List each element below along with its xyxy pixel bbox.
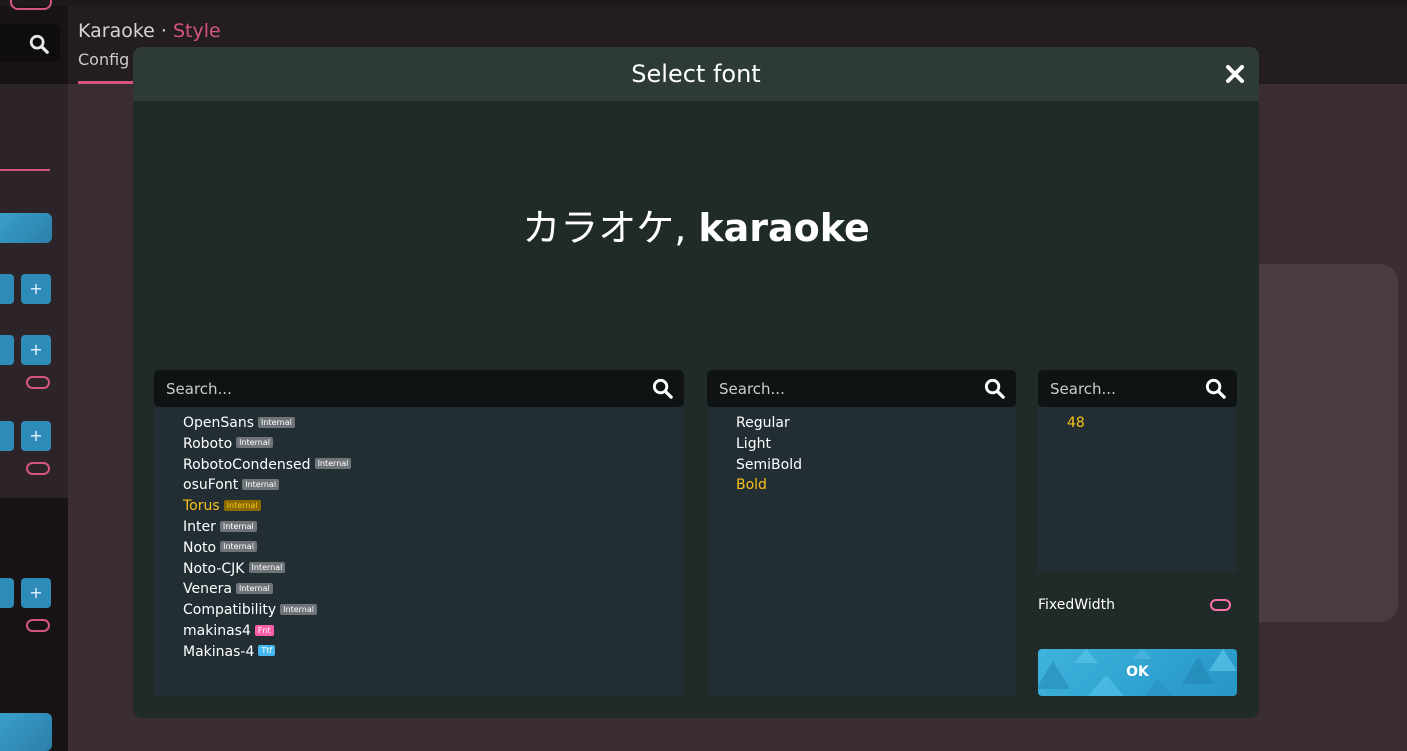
font-family-item-label: Torus <box>183 498 220 515</box>
font-family-item[interactable]: Torus Internal <box>183 496 261 516</box>
font-family-item[interactable]: RobotoCondensed Internal <box>183 455 352 475</box>
search-icon[interactable] <box>983 377 1006 400</box>
dialog-title: Select font <box>631 60 761 88</box>
decrement-button[interactable] <box>0 578 14 608</box>
font-family-item[interactable]: Noto Internal <box>183 538 257 558</box>
preview-latin-text: karaoke <box>698 206 870 250</box>
font-weight-list: Regular Light SemiBold Bold <box>707 407 1016 696</box>
font-size-list: 48 <box>1038 407 1237 573</box>
font-family-item-label: Venera <box>183 581 232 598</box>
font-weight-item[interactable]: Light <box>736 434 771 454</box>
font-size-item[interactable]: 48 <box>1067 413 1085 433</box>
font-family-item-label: RobotoCondensed <box>183 456 311 473</box>
font-family-item-label: osuFont <box>183 477 239 494</box>
page-subtitle: Style <box>173 20 221 42</box>
increment-button[interactable]: + <box>21 335 51 365</box>
font-source-badge: Internal <box>220 541 257 553</box>
increment-button[interactable]: + <box>21 421 51 451</box>
font-weight-item[interactable]: SemiBold <box>736 455 802 475</box>
decrement-button[interactable] <box>0 274 14 304</box>
fixed-width-label: FixedWidth <box>1038 597 1115 613</box>
increment-button[interactable]: + <box>21 578 51 608</box>
weight-search-input[interactable] <box>719 370 968 407</box>
preview-cjk-text: カラオケ, <box>522 206 699 250</box>
toggle-switch[interactable] <box>26 376 50 389</box>
search-icon[interactable] <box>651 377 674 400</box>
font-source-badge: Ttf <box>258 645 276 657</box>
toggle-partial[interactable] <box>10 0 52 10</box>
font-source-badge: Fnt <box>254 624 274 636</box>
font-family-item[interactable]: Venera Internal <box>183 579 273 599</box>
font-family-item-label: Inter <box>183 519 216 535</box>
font-family-item-label: Makinas-4 <box>183 643 255 660</box>
font-size-item-label: 48 <box>1067 415 1085 431</box>
font-family-list: OpenSans Internal Roboto Internal RobotoCond… <box>154 407 684 696</box>
font-weight-item-label: Light <box>736 435 771 452</box>
font-family-item-label: makinas4 <box>183 623 251 639</box>
font-source-badge: Internal <box>223 499 261 511</box>
font-weight-item-label: SemiBold <box>736 456 802 473</box>
ok-button[interactable]: OK <box>1038 649 1237 696</box>
font-family-item[interactable]: Inter Internal <box>183 517 257 537</box>
section-divider <box>0 169 50 171</box>
increment-button[interactable]: + <box>21 274 51 304</box>
font-weight-item-label: Regular <box>736 415 790 431</box>
font-source-badge: Internal <box>258 416 295 428</box>
font-family-item[interactable]: Makinas-4 Ttf <box>183 642 276 662</box>
font-source-badge: Internal <box>280 603 317 615</box>
font-family-item-label: OpenSans <box>183 415 255 431</box>
toggle-switch[interactable] <box>26 462 50 475</box>
font-source-badge: Internal <box>219 520 257 532</box>
select-font-dialog: Select font カラオケ, karaoke OpenSansIntern… <box>133 47 1259 718</box>
toggle-switch[interactable] <box>26 619 50 632</box>
page-title: Karaoke · Style <box>78 20 221 42</box>
tab-active-indicator <box>78 81 138 84</box>
font-family-item-label: Noto-CJK <box>183 560 245 577</box>
close-icon[interactable] <box>1222 61 1248 87</box>
blue-button-partial[interactable] <box>0 213 52 243</box>
font-weight-item[interactable]: Bold <box>736 475 767 495</box>
decrement-button[interactable] <box>0 335 14 365</box>
fixed-width-toggle[interactable] <box>1210 599 1231 611</box>
blue-button-partial[interactable] <box>0 713 52 751</box>
decrement-button[interactable] <box>0 421 14 451</box>
font-family-item-label: Roboto <box>183 435 233 452</box>
font-source-badge: Internal <box>235 582 273 594</box>
ok-button-label: OK <box>1126 664 1149 680</box>
weight-search-box <box>707 370 1016 407</box>
font-source-badge: Internal <box>242 478 280 490</box>
font-family-item[interactable]: makinas4 Fnt <box>183 621 274 641</box>
search-icon[interactable] <box>28 33 50 55</box>
font-search-input[interactable] <box>166 370 636 407</box>
font-family-item[interactable]: Roboto Internal <box>183 434 274 454</box>
font-weight-item[interactable]: Regular <box>736 413 790 433</box>
font-source-badge: Internal <box>248 562 286 574</box>
size-search-box <box>1038 370 1237 407</box>
font-source-badge: Internal <box>314 458 352 470</box>
search-icon[interactable] <box>1204 377 1227 400</box>
font-family-item[interactable]: Compatibility Internal <box>183 600 317 620</box>
font-family-item[interactable]: Noto-CJK Internal <box>183 559 286 579</box>
font-weight-item-label: Bold <box>736 477 767 494</box>
font-source-badge: Internal <box>236 437 274 449</box>
font-family-item[interactable]: osuFont Internal <box>183 475 280 495</box>
font-preview-text: カラオケ, karaoke <box>133 197 1259 252</box>
font-family-item-label: Compatibility <box>183 602 277 619</box>
font-family-item-label: Noto <box>183 539 217 556</box>
font-family-item[interactable]: OpenSans Internal <box>183 413 295 433</box>
size-search-input[interactable] <box>1050 370 1189 407</box>
font-search-box <box>154 370 684 407</box>
tab-config[interactable]: Config <box>78 50 129 69</box>
